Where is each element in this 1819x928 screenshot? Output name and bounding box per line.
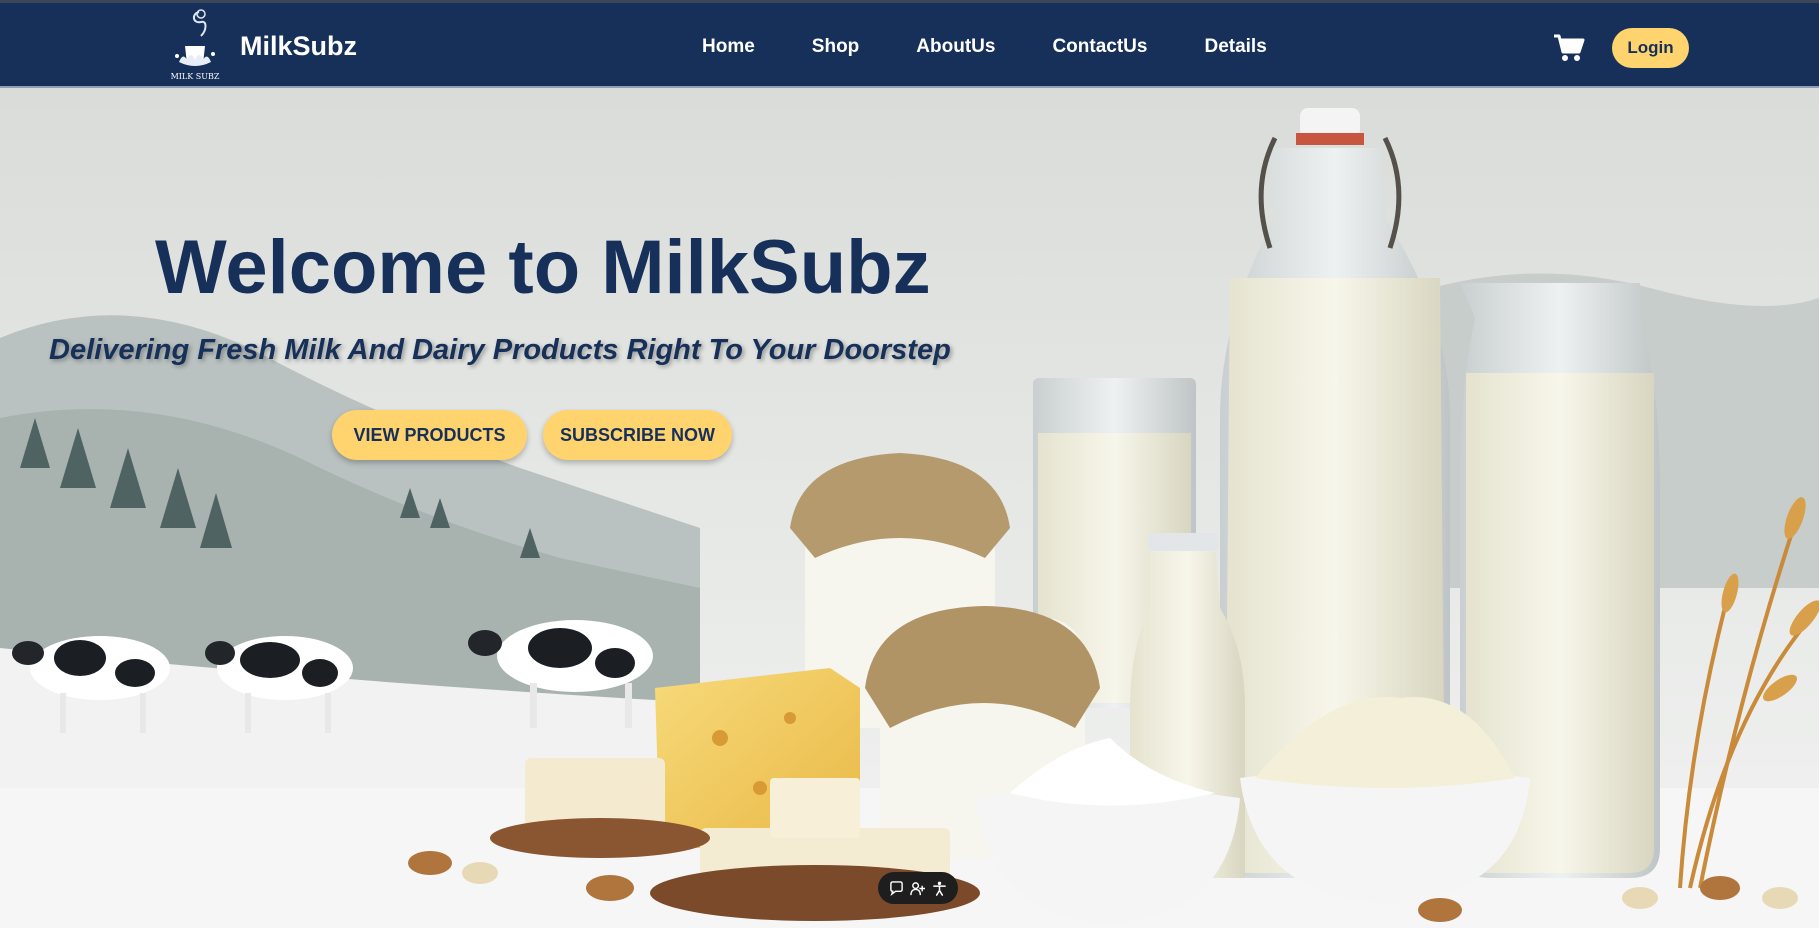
- hero-background-image: [0, 88, 1819, 928]
- nav-menu: Home Shop AboutUs ContactUs Details: [702, 36, 1267, 58]
- hero-title: Welcome to MilkSubz: [155, 225, 931, 310]
- nav-shop[interactable]: Shop: [812, 36, 860, 58]
- add-user-icon[interactable]: [910, 881, 926, 896]
- chat-icon[interactable]: [889, 880, 904, 896]
- logo-text: MILK SUBZ: [171, 72, 220, 81]
- nav-about-us[interactable]: AboutUs: [916, 36, 995, 58]
- nav-details[interactable]: Details: [1204, 36, 1266, 58]
- hero-section: Welcome to MilkSubz Delivering Fresh Mil…: [0, 88, 1819, 928]
- shopping-cart-icon[interactable]: [1553, 33, 1585, 63]
- brand-name[interactable]: MilkSubz: [240, 31, 357, 62]
- view-products-button[interactable]: VIEW PRODUCTS: [332, 410, 527, 460]
- login-button[interactable]: Login: [1612, 28, 1689, 68]
- nav-home[interactable]: Home: [702, 36, 755, 58]
- floating-toolbar: [878, 872, 958, 904]
- hero-subtitle: Delivering Fresh Milk And Dairy Products…: [49, 334, 951, 366]
- navbar: MILK SUBZ MilkSubz Home Shop AboutUs Con…: [0, 0, 1819, 88]
- brand[interactable]: MILK SUBZ MilkSubz: [165, 5, 357, 87]
- accessibility-icon[interactable]: [932, 881, 947, 896]
- nav-contact-us[interactable]: ContactUs: [1052, 36, 1147, 58]
- subscribe-now-button[interactable]: SUBSCRIBE NOW: [543, 410, 732, 460]
- logo-icon: MILK SUBZ: [171, 9, 220, 81]
